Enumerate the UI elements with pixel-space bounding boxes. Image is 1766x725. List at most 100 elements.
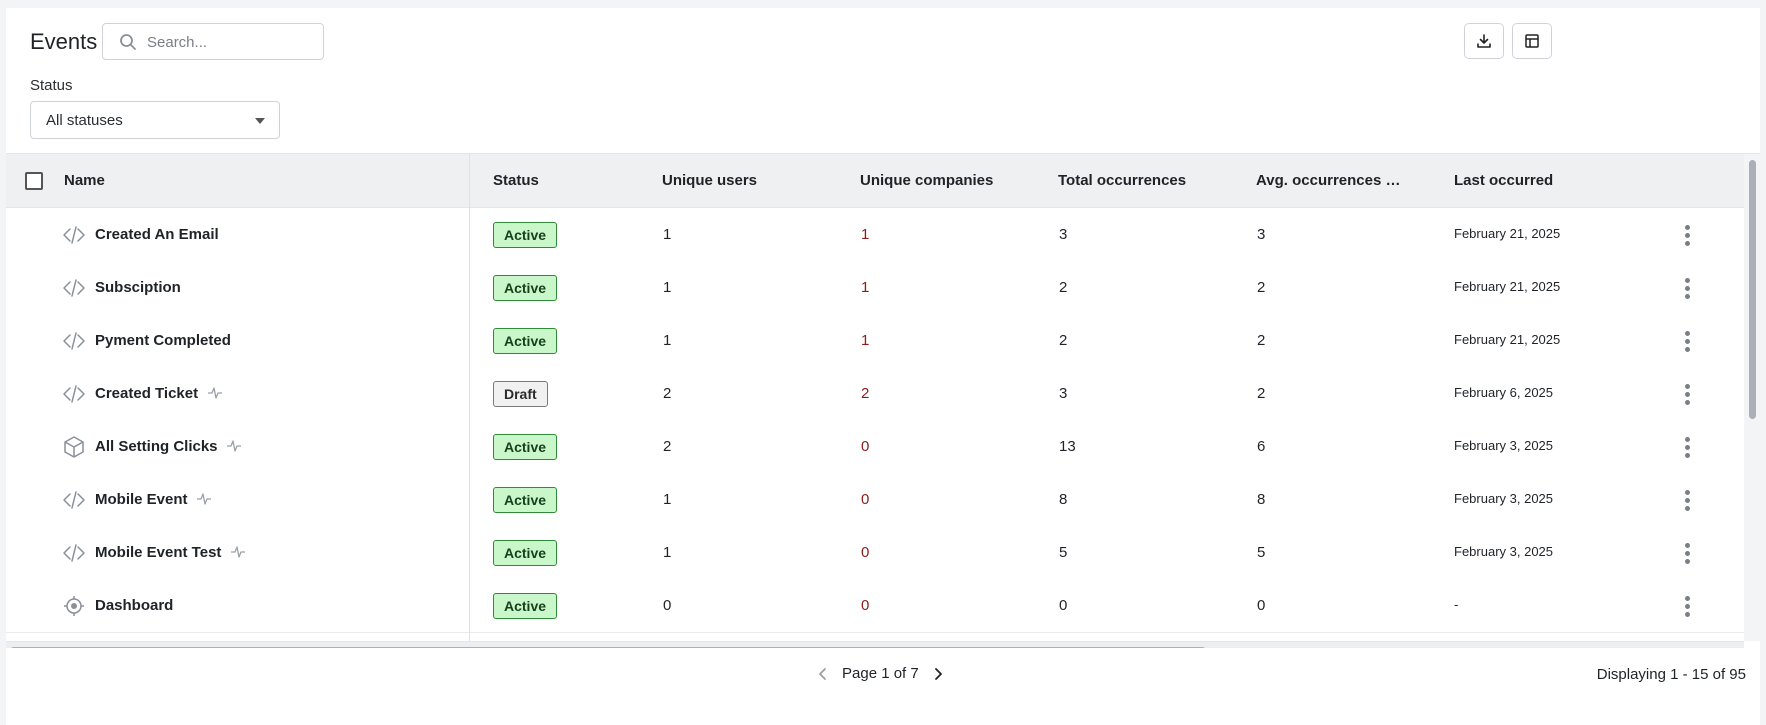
table-header: Name Status Unique users Unique companie… (6, 154, 1744, 208)
row-actions-kebab-icon[interactable] (1685, 384, 1691, 406)
last-occurred-value: February 6, 2025 (1454, 385, 1554, 400)
download-icon (1477, 34, 1491, 48)
horizontal-scrollbar[interactable] (6, 641, 1744, 648)
unique-users-value: 2 (663, 385, 672, 402)
column-header-last-occurred[interactable]: Last occurred (1454, 172, 1553, 189)
unique-companies-value: 1 (861, 226, 870, 243)
table-row[interactable]: Dashboard Active 0 0 0 0 - (6, 579, 1744, 633)
total-occurrences-value: 5 (1059, 544, 1068, 561)
status-badge: Active (493, 434, 558, 460)
table-row[interactable]: Created An Email Active 1 1 3 3 February 21, 2… (6, 208, 1744, 262)
status-badge: Active (493, 328, 558, 354)
row-actions-kebab-icon[interactable] (1685, 331, 1691, 353)
event-name[interactable]: Pyment Completed (95, 332, 231, 349)
event-name[interactable]: Dashboard (95, 597, 173, 614)
last-occurred-value: February 3, 2025 (1454, 491, 1554, 506)
unique-companies-value: 1 (861, 332, 870, 349)
code-icon (62, 223, 86, 247)
avg-occurrences-value: 2 (1257, 279, 1266, 296)
status-badge: Active (493, 593, 558, 619)
columns-button[interactable] (1512, 23, 1552, 59)
table-row[interactable]: Subsciption Active 1 1 2 2 February 21, 2025 (6, 261, 1744, 315)
table-row[interactable]: Mobile Event Test Active 1 0 5 5 February 3, 2… (6, 526, 1744, 580)
row-actions-kebab-icon[interactable] (1685, 225, 1691, 247)
table-footer: Page 1 of 7 Displaying 1 - 15 of 95 (6, 658, 1760, 718)
pagination: Page 1 of 7 (816, 665, 945, 682)
events-panel: Events Status All statuses Name Status U… (6, 8, 1760, 725)
last-occurred-value: February 3, 2025 (1454, 544, 1554, 559)
prev-page-button[interactable] (816, 666, 830, 682)
column-header-total-occurrences[interactable]: Total occurrences (1058, 172, 1186, 189)
status-filter-value: All statuses (46, 112, 123, 129)
total-occurrences-value: 0 (1059, 597, 1068, 614)
row-actions-kebab-icon[interactable] (1685, 543, 1691, 565)
event-name[interactable]: Mobile Event (95, 491, 188, 508)
activity-icon (196, 492, 212, 506)
table-row[interactable]: All Setting Clicks Active 2 0 13 6 February 3,… (6, 420, 1744, 474)
last-occurred-value: February 21, 2025 (1454, 332, 1561, 347)
unique-users-value: 1 (663, 491, 672, 508)
vertical-scrollbar[interactable] (1744, 154, 1760, 641)
unique-companies-value: 0 (861, 438, 870, 455)
vertical-scroll-thumb[interactable] (1749, 160, 1756, 419)
avg-occurrences-value: 8 (1257, 491, 1266, 508)
total-occurrences-value: 3 (1059, 385, 1068, 402)
status-badge: Active (493, 222, 558, 248)
total-occurrences-value: 13 (1059, 438, 1076, 455)
next-page-button[interactable] (931, 666, 945, 682)
avg-occurrences-value: 3 (1257, 226, 1266, 243)
page-header: Events Status All statuses (6, 8, 1760, 153)
chevron-right-icon (934, 667, 942, 680)
column-header-unique-companies[interactable]: Unique companies (860, 172, 993, 189)
status-filter-select[interactable]: All statuses (30, 101, 280, 139)
event-name[interactable]: Subsciption (95, 279, 181, 296)
cube-icon (62, 435, 86, 459)
unique-companies-value: 1 (861, 279, 870, 296)
table-layout-icon (1525, 34, 1539, 48)
table-row[interactable]: Mobile Event Active 1 0 8 8 February 3, 2025 (6, 473, 1744, 527)
row-actions-kebab-icon[interactable] (1685, 490, 1691, 512)
activity-icon (207, 386, 223, 400)
row-actions-kebab-icon[interactable] (1685, 596, 1691, 618)
status-badge: Draft (493, 381, 548, 407)
column-header-unique-users[interactable]: Unique users (662, 172, 757, 189)
activity-icon (226, 439, 242, 453)
displaying-count: Displaying 1 - 15 of 95 (1596, 666, 1746, 683)
total-occurrences-value: 3 (1059, 226, 1068, 243)
status-badge: Active (493, 275, 558, 301)
search-box[interactable] (102, 23, 324, 60)
avg-occurrences-value: 6 (1257, 438, 1266, 455)
event-name[interactable]: Created An Email (95, 226, 219, 243)
table-row[interactable]: Pyment Completed Active 1 1 2 2 February 21, 2… (6, 314, 1744, 368)
last-occurred-value: February 21, 2025 (1454, 279, 1561, 294)
select-all-checkbox[interactable] (25, 172, 43, 190)
avg-occurrences-value: 0 (1257, 597, 1266, 614)
unique-users-value: 1 (663, 332, 672, 349)
avg-occurrences-value: 2 (1257, 385, 1266, 402)
horizontal-scroll-thumb[interactable] (10, 647, 1206, 648)
event-name[interactable]: All Setting Clicks (95, 438, 218, 455)
row-actions-kebab-icon[interactable] (1685, 437, 1691, 459)
status-filter-label: Status (30, 77, 73, 94)
last-occurred-value: - (1454, 597, 1459, 612)
chevron-down-icon (255, 118, 265, 124)
code-icon (62, 329, 86, 353)
search-input[interactable] (147, 32, 315, 52)
column-header-name[interactable]: Name (64, 172, 105, 189)
activity-icon (230, 545, 246, 559)
event-name[interactable]: Created Ticket (95, 385, 198, 402)
unique-users-value: 2 (663, 438, 672, 455)
events-table: Name Status Unique users Unique companie… (6, 153, 1760, 648)
download-button[interactable] (1464, 23, 1504, 59)
row-actions-kebab-icon[interactable] (1685, 278, 1691, 300)
table-row[interactable]: Created Ticket Draft 2 2 3 2 February 6, 2025 (6, 367, 1744, 421)
column-header-status[interactable]: Status (493, 172, 539, 189)
page-indicator: Page 1 of 7 (842, 665, 919, 682)
column-header-avg-occurrences[interactable]: Avg. occurrences pe... (1256, 172, 1406, 189)
event-name[interactable]: Mobile Event Test (95, 544, 221, 561)
search-icon (120, 34, 136, 50)
unique-companies-value: 0 (861, 544, 870, 561)
unique-users-value: 1 (663, 279, 672, 296)
last-occurred-value: February 3, 2025 (1454, 438, 1554, 453)
target-icon (62, 594, 86, 618)
